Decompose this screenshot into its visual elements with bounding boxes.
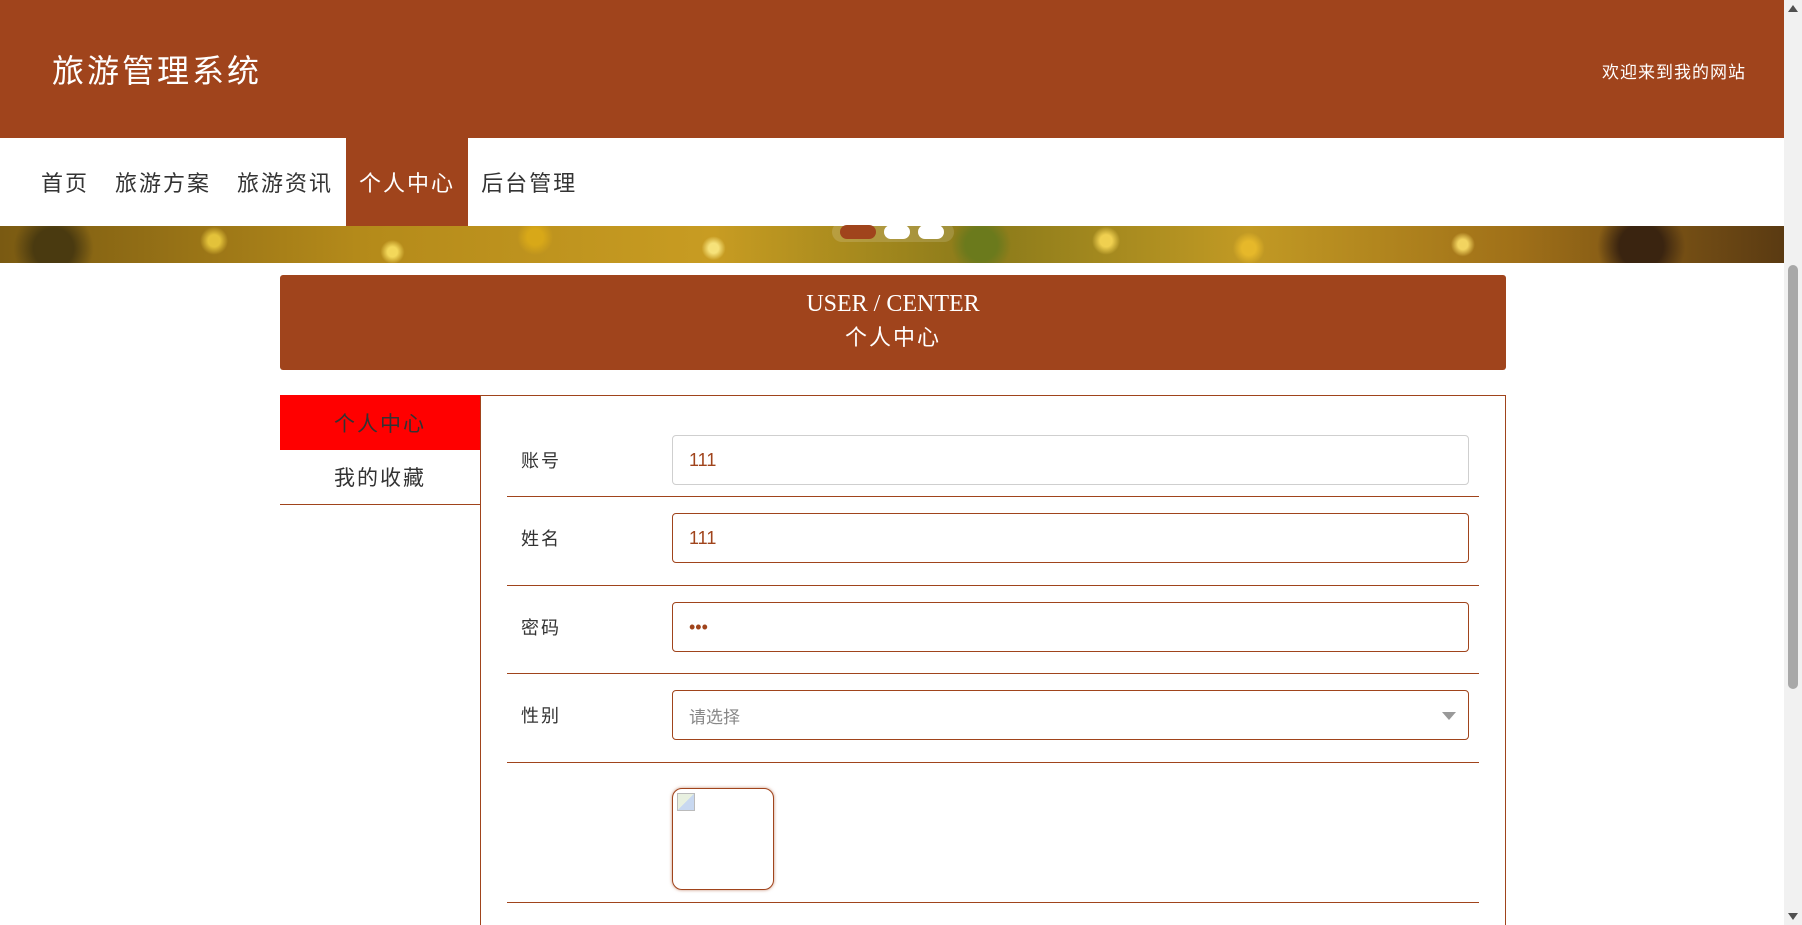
section-title-cn: 个人中心 <box>844 326 941 351</box>
section-title-en: USER / CENTER <box>806 291 980 317</box>
welcome-text: 欢迎来到我的网站 <box>1602 63 1746 83</box>
form-row-password: 密码 ••• <box>507 586 1479 674</box>
nav-item-travel-news[interactable]: 旅游资讯 <box>224 138 346 226</box>
gender-label: 性别 <box>521 706 561 727</box>
carousel-dot-3[interactable] <box>918 225 944 239</box>
side-item-user-center[interactable]: 个人中心 <box>280 395 480 450</box>
profile-form: 账号 111 姓名 111 密码 ••• 性别 请选择 <box>480 395 1506 925</box>
nav-item-admin[interactable]: 后台管理 <box>468 138 590 226</box>
account-field[interactable]: 111 <box>672 435 1469 485</box>
form-row-name: 姓名 111 <box>507 497 1479 586</box>
gender-select[interactable]: 请选择 <box>672 690 1469 740</box>
main-nav: 首页 旅游方案 旅游资讯 个人中心 后台管理 <box>0 138 1784 226</box>
carousel-indicators <box>832 222 954 242</box>
side-menu: 个人中心 我的收藏 <box>280 395 480 505</box>
form-row-gender: 性别 请选择 <box>507 674 1479 763</box>
password-field[interactable]: ••• <box>672 602 1469 652</box>
name-label: 姓名 <box>521 529 561 550</box>
scroll-down-icon[interactable] <box>1788 913 1798 920</box>
carousel-dot-2[interactable] <box>884 225 910 239</box>
password-label: 密码 <box>521 618 561 639</box>
chevron-down-icon <box>1442 712 1456 720</box>
account-label: 账号 <box>521 451 561 472</box>
site-title: 旅游管理系统 <box>52 52 263 90</box>
vertical-scrollbar[interactable] <box>1784 0 1802 925</box>
form-row-avatar <box>507 763 1479 903</box>
scrollbar-thumb[interactable] <box>1788 265 1798 689</box>
section-title-box: USER / CENTER 个人中心 <box>280 275 1506 370</box>
gender-select-placeholder: 请选择 <box>689 707 740 728</box>
carousel-dot-1[interactable] <box>840 225 876 239</box>
name-field[interactable]: 111 <box>672 513 1469 563</box>
page: 旅游管理系统 欢迎来到我的网站 首页 旅游方案 旅游资讯 个人中心 后台管理 U… <box>0 0 1784 925</box>
nav-item-travel-plans[interactable]: 旅游方案 <box>102 138 224 226</box>
scroll-up-icon[interactable] <box>1788 5 1798 12</box>
nav-item-home[interactable]: 首页 <box>28 138 102 226</box>
header: 旅游管理系统 欢迎来到我的网站 <box>0 0 1784 138</box>
side-item-favorites[interactable]: 我的收藏 <box>280 450 480 505</box>
form-row-account: 账号 111 <box>507 396 1479 497</box>
broken-image-icon <box>677 793 695 811</box>
avatar-upload[interactable] <box>672 788 774 890</box>
nav-item-user-center[interactable]: 个人中心 <box>346 138 469 226</box>
